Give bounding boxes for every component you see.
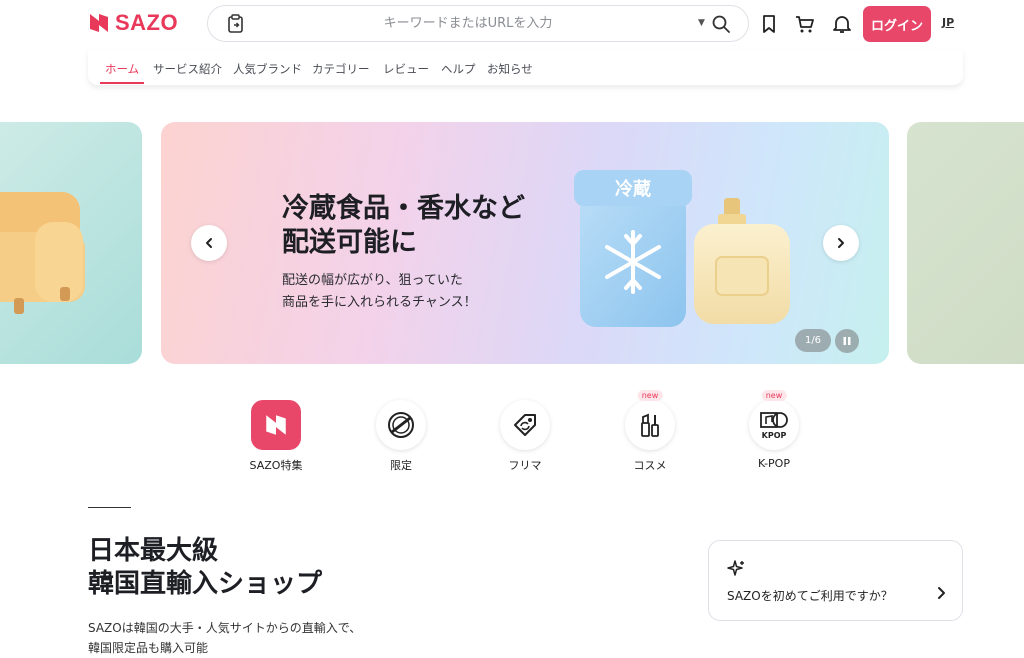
search-icon[interactable]: [711, 14, 731, 34]
login-button[interactable]: ログイン: [863, 6, 931, 42]
nav-item-help[interactable]: ヘルプ: [441, 61, 476, 77]
carousel-next-button[interactable]: [823, 225, 859, 261]
cart-icon[interactable]: [794, 13, 816, 35]
nav-item-reviews[interactable]: レビュー: [383, 61, 429, 77]
bell-icon[interactable]: [831, 13, 853, 35]
banner-title-line1: 冷蔵食品・香水など: [282, 193, 525, 224]
logo-text: SAZO: [115, 10, 179, 35]
search-input[interactable]: [258, 6, 678, 41]
bookmark-icon[interactable]: [758, 13, 780, 35]
kpop-album-icon: KPOP: [760, 412, 788, 440]
category-icon-wrap: [376, 400, 426, 450]
sazo-logo-icon: [266, 415, 286, 435]
category-icon-wrap: new: [625, 390, 675, 450]
sazo-logo[interactable]: SAZO: [88, 10, 178, 36]
category-icon-wrap: [500, 400, 550, 450]
category-label: K-POP: [758, 457, 790, 470]
clipboard-link-icon[interactable]: [227, 14, 245, 34]
language-switch[interactable]: JP: [942, 16, 954, 29]
header: SAZO ▼ ログイン JP: [0, 0, 1024, 48]
sofa-illustration: [0, 192, 85, 314]
chevron-left-icon: [206, 238, 212, 248]
sazo-logo-icon: [90, 14, 108, 32]
search-bar[interactable]: ▼: [207, 5, 749, 42]
category-label: SAZO特集: [249, 459, 303, 472]
category-label: フリマ: [508, 459, 542, 472]
hero-description: SAZOは韓国の大手・人気サイトからの直輸入で、 韓国限定品も購入可能: [88, 618, 361, 658]
pause-icon: [843, 337, 851, 345]
category-flea-market[interactable]: フリマ: [485, 400, 565, 473]
category-cosmetics[interactable]: new コスメ: [610, 390, 690, 473]
next-slide-preview[interactable]: [907, 122, 1024, 364]
category-sazo-special[interactable]: SAZO特集: [236, 400, 316, 473]
svg-text:KPOP: KPOP: [762, 431, 787, 440]
nav-item-brands[interactable]: 人気ブランド: [233, 61, 302, 77]
banner-subtitle-line2: 商品を手に入れられるチャンス！: [282, 295, 477, 310]
prev-slide-preview[interactable]: [0, 122, 142, 364]
limited-stamp-icon: [388, 412, 414, 438]
new-badge: new: [761, 390, 787, 401]
main-nav: ホーム サービス紹介 人気ブランド カテゴリー レビュー ヘルプ お知らせ: [88, 50, 963, 85]
sparkle-icon: [727, 560, 744, 576]
cosmetics-icon: [641, 413, 659, 437]
category-label: 限定: [390, 459, 412, 472]
nav-item-service[interactable]: サービス紹介: [153, 61, 222, 77]
nav-item-category[interactable]: カテゴリー: [312, 61, 370, 77]
new-badge: new: [637, 390, 663, 401]
nav-active-underline: [100, 82, 144, 84]
fridge-perfume-illustration: 冷蔵: [574, 170, 790, 327]
banner-subtitle: 配送の幅が広がり、狙っていた 商品を手に入れられるチャンス！: [282, 270, 542, 314]
banner-title: 冷蔵食品・香水など 配送可能に: [282, 192, 582, 260]
category-limited[interactable]: 限定: [361, 400, 441, 473]
nav-item-home[interactable]: ホーム: [105, 61, 139, 77]
fridge-label: 冷蔵: [615, 178, 651, 200]
banner-title-line2: 配送可能に: [282, 227, 417, 258]
chevron-right-icon: [838, 238, 844, 248]
category-label: コスメ: [633, 459, 667, 472]
category-icon-wrap: new KPOP: [749, 390, 799, 450]
first-time-user-card[interactable]: SAZOを初めてご利用ですか？: [708, 540, 963, 621]
price-tag-icon: [514, 414, 536, 436]
search-dropdown-caret-icon[interactable]: ▼: [698, 18, 705, 28]
chevron-right-icon: [938, 587, 945, 599]
section-divider: [88, 507, 131, 508]
carousel-prev-button[interactable]: [191, 225, 227, 261]
hero-title: 日本最大級 韓国直輸入ショップ: [88, 535, 322, 601]
hero-desc-line2: 韓国限定品も購入可能: [88, 641, 209, 655]
category-icon-wrap: [251, 400, 301, 450]
nav-item-news[interactable]: お知らせ: [487, 61, 533, 77]
hero-title-line1: 日本最大級: [88, 536, 219, 566]
carousel-pause-button[interactable]: [835, 329, 859, 353]
banner-subtitle-line1: 配送の幅が広がり、狙っていた: [282, 273, 463, 288]
slide-counter: 1/6: [795, 329, 831, 352]
first-time-label: SAZOを初めてご利用ですか？: [727, 589, 893, 603]
main-banner-slide[interactable]: 冷蔵食品・香水など 配送可能に 配送の幅が広がり、狙っていた 商品を手に入れられ…: [161, 122, 889, 364]
category-kpop[interactable]: new KPOP K-POP: [734, 390, 814, 470]
hero-desc-line1: SAZOは韓国の大手・人気サイトからの直輸入で、: [88, 621, 362, 635]
hero-title-line2: 韓国直輸入ショップ: [88, 569, 323, 599]
